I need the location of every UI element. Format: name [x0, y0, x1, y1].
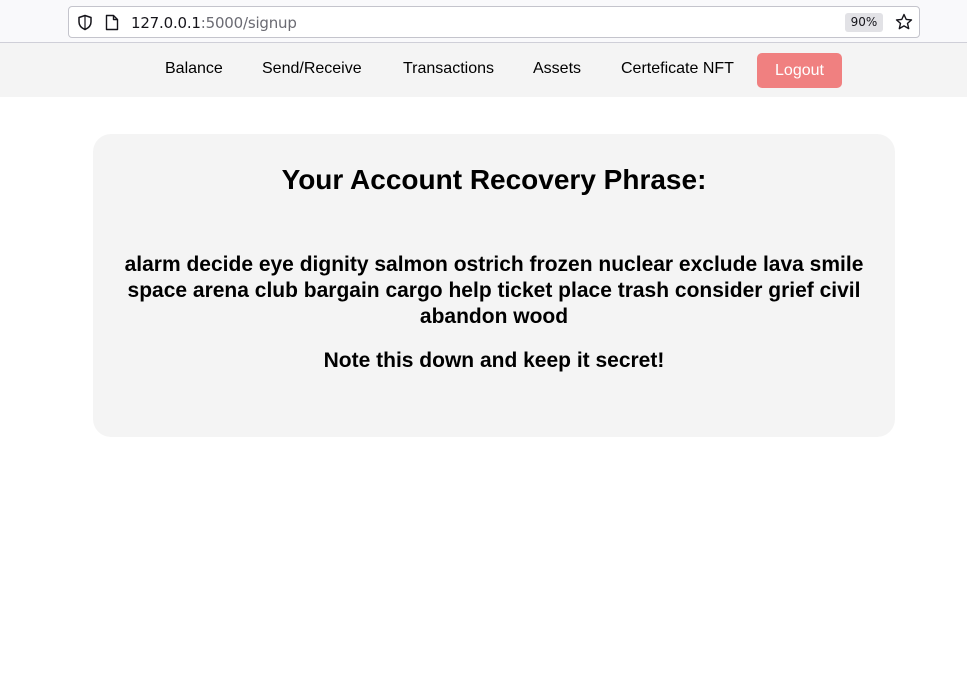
nav-link-transactions[interactable]: Transactions	[403, 60, 494, 78]
secret-note: Note this down and keep it secret!	[323, 349, 665, 372]
url-text[interactable]: 127.0.0.1:5000/signup	[131, 14, 297, 32]
url-path: :5000/signup	[200, 14, 297, 32]
zoom-level-button[interactable]: 90%	[845, 13, 883, 32]
shield-icon[interactable]	[77, 14, 93, 31]
nav-link-balance[interactable]: Balance	[165, 60, 223, 78]
logout-button[interactable]: Logout	[757, 53, 842, 88]
nav-link-assets[interactable]: Assets	[533, 60, 581, 78]
recovery-phrase-text: alarm decide eye dignity salmon ostrich …	[124, 253, 864, 328]
address-bar[interactable]: 127.0.0.1:5000/signup 90%	[68, 6, 920, 38]
page-icon	[105, 14, 119, 31]
nav-link-certificate-nft[interactable]: Certeficate NFT	[621, 60, 734, 78]
nav-link-send-receive[interactable]: Send/Receive	[262, 60, 362, 78]
browser-toolbar: 127.0.0.1:5000/signup 90%	[0, 0, 967, 43]
site-navbar: Balance Send/Receive Transactions Assets…	[0, 43, 967, 97]
page-title: Your Account Recovery Phrase:	[281, 164, 707, 195]
bookmark-star-icon[interactable]	[895, 13, 913, 31]
recovery-phrase-card: Your Account Recovery Phrase: alarm deci…	[93, 134, 895, 437]
url-host: 127.0.0.1	[131, 14, 201, 32]
